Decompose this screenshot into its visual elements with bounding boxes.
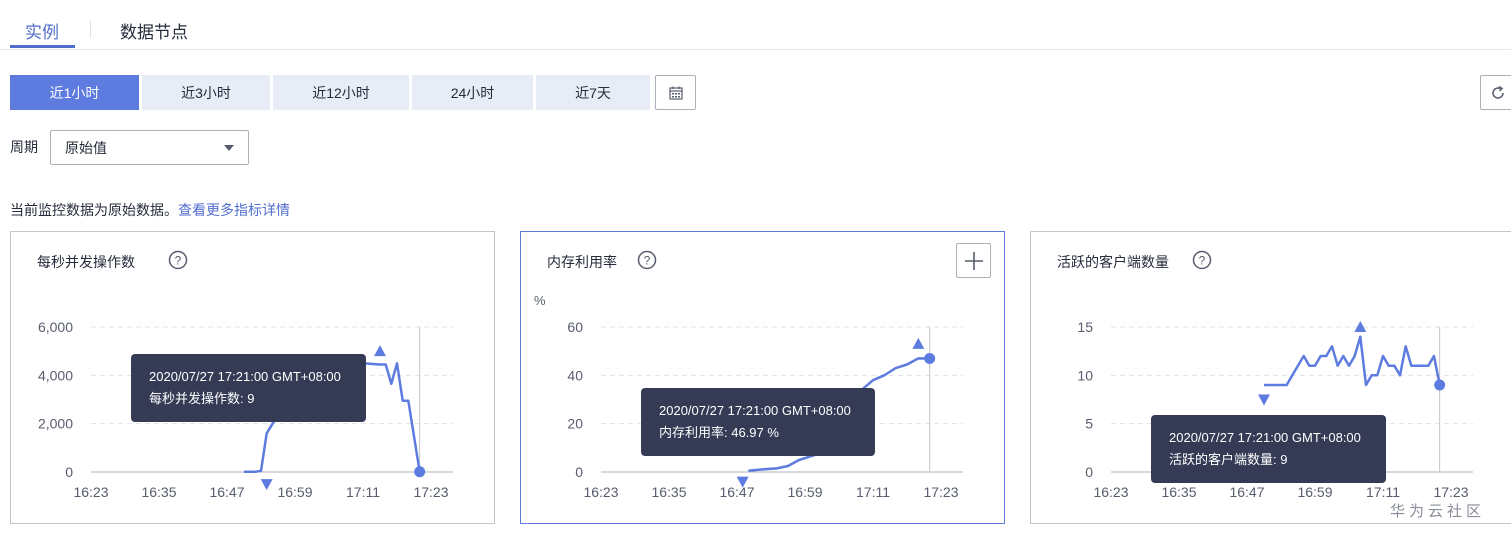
calendar-icon — [668, 86, 683, 100]
tooltip-time: 2020/07/27 17:21:00 GMT+08:00 — [1169, 430, 1361, 445]
range-1h-button[interactable]: 近1小时 — [10, 75, 139, 110]
range-7d-button[interactable]: 近7天 — [536, 75, 650, 110]
refresh-icon — [1492, 85, 1504, 99]
x-tick-label: 16:35 — [651, 484, 686, 500]
x-tick-label: 17:23 — [1433, 484, 1468, 500]
x-tick-label: 16:59 — [787, 484, 822, 500]
y-tick-label: 15 — [1077, 319, 1093, 335]
y-tick-label: 6,000 — [38, 319, 73, 335]
current-point-marker — [924, 352, 936, 364]
y-tick-label: 0 — [1085, 464, 1093, 480]
refresh-button[interactable] — [1480, 75, 1511, 110]
watermark: 华为云社区 — [1390, 503, 1486, 520]
range-12h-button[interactable]: 近12小时 — [273, 75, 409, 110]
x-tick-label: 16:59 — [1297, 484, 1332, 500]
tooltip-time: 2020/07/27 17:21:00 GMT+08:00 — [149, 369, 341, 384]
max-value-marker — [374, 345, 386, 357]
tab-separator — [90, 20, 91, 38]
x-tick-label: 17:23 — [923, 484, 958, 500]
period-select[interactable]: 原始值 — [50, 130, 249, 165]
current-point-marker — [1434, 379, 1446, 391]
y-tick-label: 60 — [567, 319, 583, 335]
x-tick-label: 16:23 — [583, 484, 618, 500]
chart-tooltip: 2020/07/27 17:21:00 GMT+08:00 内存利用率: 46.… — [641, 388, 875, 456]
x-tick-label: 17:23 — [413, 484, 448, 500]
chart-tooltip: 2020/07/27 17:21:00 GMT+08:00 每秒并发操作数: 9 — [131, 354, 366, 422]
min-value-marker — [1258, 394, 1270, 406]
range-3h-button[interactable]: 近3小时 — [142, 75, 270, 110]
active-tab-indicator — [10, 45, 75, 48]
x-tick-label: 16:35 — [141, 484, 176, 500]
x-tick-label: 16:47 — [1229, 484, 1264, 500]
series-line — [1264, 335, 1441, 387]
x-tick-label: 16:59 — [277, 484, 312, 500]
tab-bar: 实例 数据节点 — [0, 0, 1511, 50]
y-tick-label: 20 — [567, 416, 583, 432]
y-tick-label: 5 — [1085, 416, 1093, 432]
more-metrics-link[interactable]: 查看更多指标详情 — [178, 202, 290, 218]
x-tick-label: 17:11 — [1366, 484, 1400, 500]
y-tick-label: 10 — [1077, 367, 1093, 383]
period-select-value: 原始值 — [65, 139, 107, 156]
chart-panel-ops: 每秒并发操作数 ? 0 2,000 4,000 6,000 16:23 16:35 16:4… — [10, 231, 495, 524]
x-tick-label: 16:35 — [1161, 484, 1196, 500]
tooltip-value: 内存利用率: 46.97 % — [659, 425, 779, 440]
line-chart: % 0 20 40 60 16:23 16:35 16:47 16:59 17:11 17:23 — [534, 293, 963, 500]
max-value-marker — [912, 337, 925, 349]
x-tick-label: 16:47 — [209, 484, 244, 500]
notice-text: 当前监控数据为原始数据。 — [10, 202, 178, 218]
x-tick-label: 17:11 — [346, 484, 380, 500]
range-24h-button[interactable]: 24小时 — [412, 75, 533, 110]
data-notice: 当前监控数据为原始数据。查看更多指标详情 — [10, 200, 290, 220]
x-tick-label: 17:11 — [856, 484, 890, 500]
y-tick-label: 2,000 — [38, 416, 73, 432]
calendar-button[interactable] — [655, 75, 696, 110]
chart-tooltip: 2020/07/27 17:21:00 GMT+08:00 活跃的客户端数量: … — [1151, 415, 1386, 483]
x-tick-label: 16:23 — [73, 484, 108, 500]
y-tick-label: 0 — [575, 464, 583, 480]
period-label: 周期 — [10, 139, 38, 155]
y-tick-label: 40 — [567, 367, 583, 383]
tab-data-nodes[interactable]: 数据节点 — [120, 18, 188, 43]
tooltip-value: 每秒并发操作数: 9 — [149, 391, 255, 406]
x-tick-label: 16:47 — [719, 484, 754, 500]
chart-panel-clients: 活跃的客户端数量 ? 0 5 10 15 16:23 16:35 16:47 16:59 17:… — [1030, 231, 1511, 524]
chevron-down-icon — [224, 145, 234, 151]
chart-panel-memory: 内存利用率 ? % 0 20 40 60 16:23 16:35 16:47 16:59 17:1… — [520, 231, 1005, 524]
y-tick-label: 0 — [65, 464, 73, 480]
min-value-marker — [260, 479, 273, 491]
tab-instances[interactable]: 实例 — [25, 18, 59, 43]
y-tick-label: 4,000 — [38, 367, 73, 383]
current-point-marker — [414, 466, 426, 478]
tooltip-value: 活跃的客户端数量: 9 — [1169, 452, 1288, 467]
tooltip-time: 2020/07/27 17:21:00 GMT+08:00 — [659, 403, 851, 418]
x-tick-label: 16:23 — [1093, 484, 1128, 500]
y-unit-label: % — [534, 293, 546, 308]
